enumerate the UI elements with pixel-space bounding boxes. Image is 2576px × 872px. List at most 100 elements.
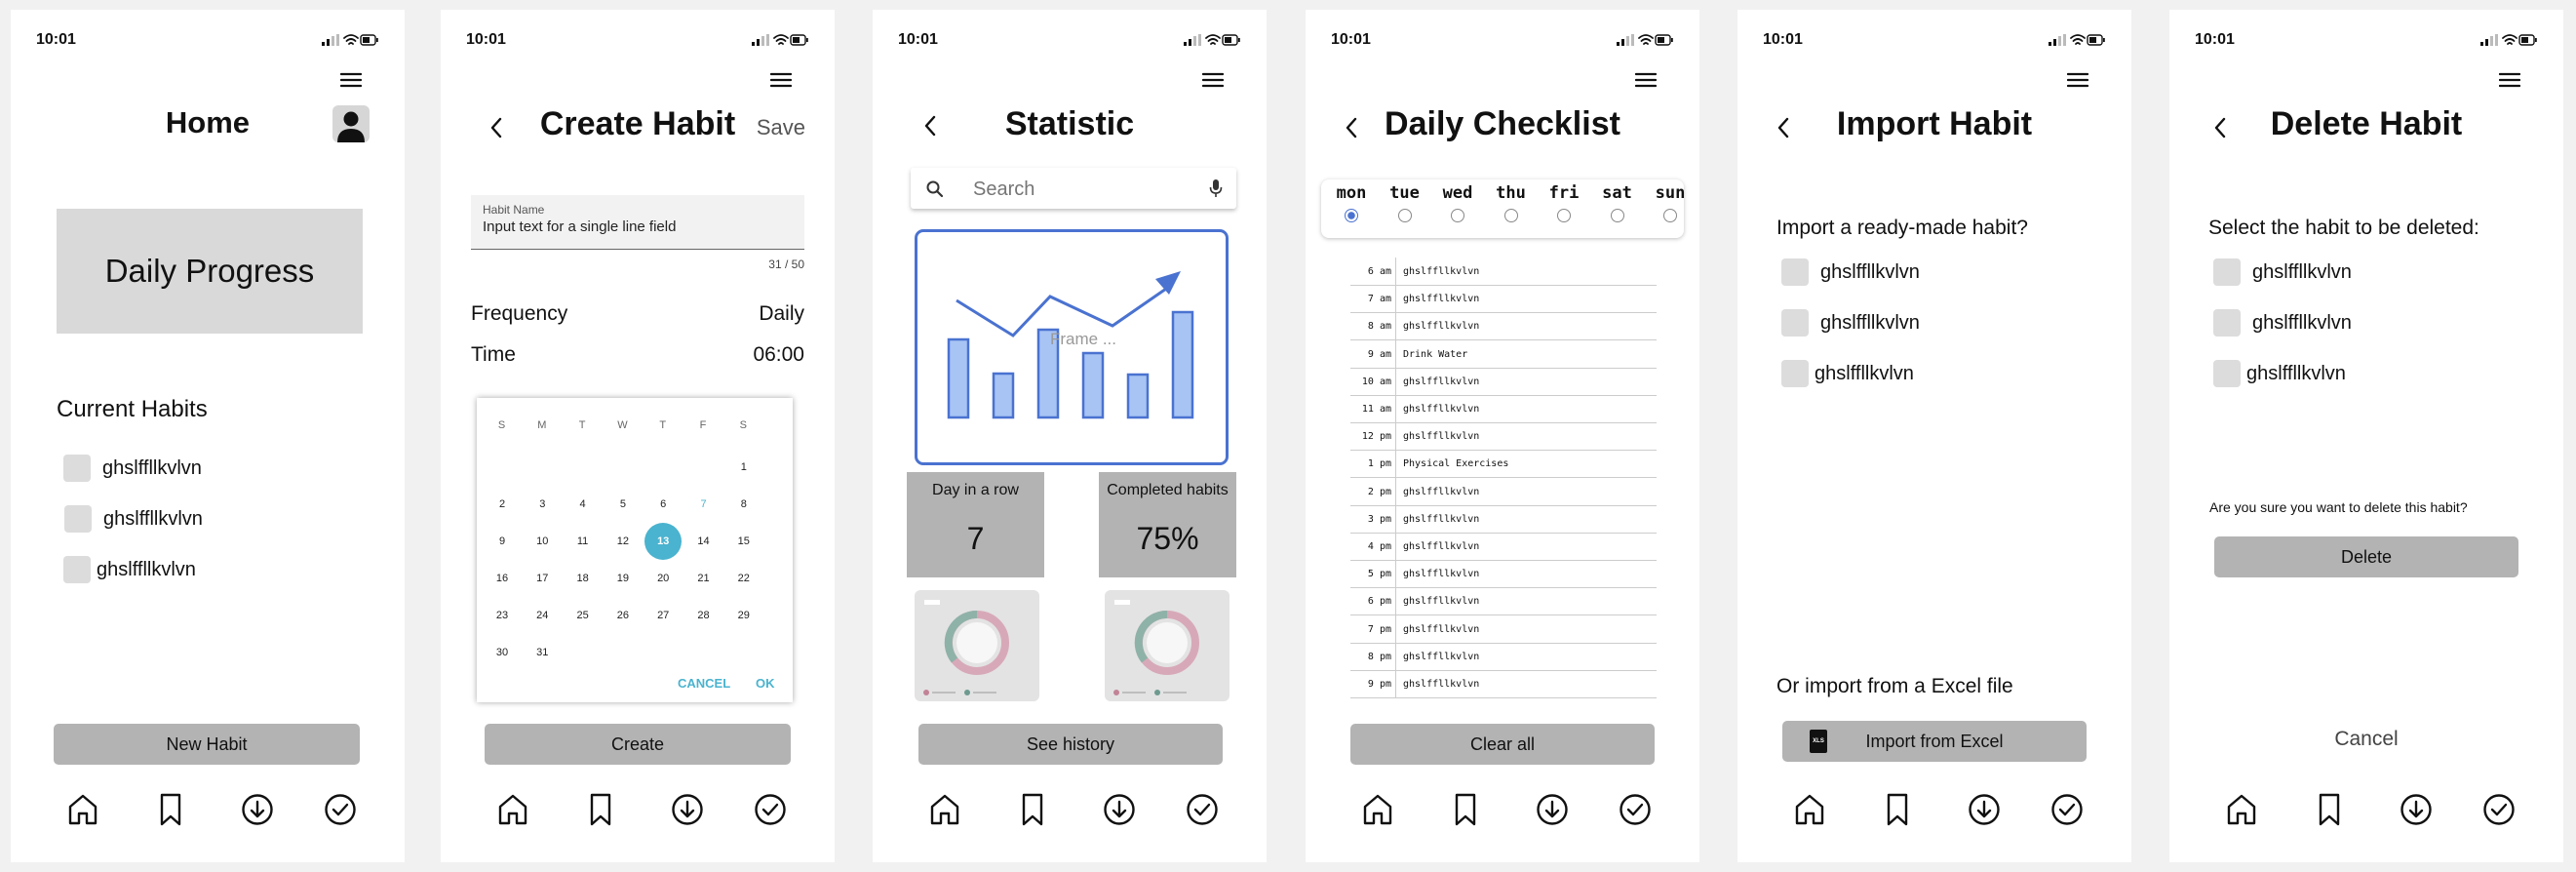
calendar-day[interactable]: 29	[725, 597, 762, 634]
calendar-day[interactable]: 24	[524, 597, 561, 634]
home-icon[interactable]	[2224, 792, 2259, 832]
check-icon[interactable]	[2481, 792, 2517, 832]
checklist-row[interactable]: 5 pm ghslffllkvlvn	[1350, 560, 1657, 589]
habit-checkbox[interactable]	[1781, 360, 1809, 387]
day-option[interactable]: tue	[1381, 183, 1429, 234]
download-icon[interactable]	[1535, 792, 1570, 832]
download-icon[interactable]	[670, 792, 705, 832]
menu-icon[interactable]	[770, 72, 792, 93]
menu-icon[interactable]	[2067, 72, 2088, 93]
habit-item[interactable]: ghslffllkvlvn	[1781, 258, 1920, 286]
check-icon[interactable]	[1185, 792, 1220, 832]
day-option[interactable]: mon	[1327, 183, 1376, 234]
create-button[interactable]: Create	[485, 724, 791, 765]
calendar-day[interactable]: 25	[565, 597, 602, 634]
calendar-day-selected[interactable]: 13	[644, 523, 683, 560]
habit-checkbox[interactable]	[64, 505, 92, 533]
bookmark-icon[interactable]	[1448, 792, 1483, 832]
calendar-day[interactable]: 19	[605, 560, 642, 597]
day-radio[interactable]	[1663, 209, 1677, 222]
calendar-day[interactable]: 12	[605, 523, 642, 560]
time-value[interactable]: 06:00	[753, 343, 804, 367]
day-option[interactable]: thu	[1487, 183, 1536, 234]
habit-checkbox[interactable]	[63, 556, 91, 583]
home-icon[interactable]	[495, 792, 530, 832]
calendar-day[interactable]: 8	[725, 486, 762, 523]
download-icon[interactable]	[240, 792, 275, 832]
calendar-day[interactable]: 26	[605, 597, 642, 634]
avatar-icon[interactable]	[332, 105, 370, 142]
check-icon[interactable]	[323, 792, 358, 832]
habit-item[interactable]: ghslffllkvlvn	[1781, 360, 1914, 387]
habit-item[interactable]: ghslffllkvlvn	[2213, 258, 2352, 286]
calendar-day[interactable]: 5	[605, 486, 642, 523]
day-option[interactable]: sat	[1593, 183, 1642, 234]
download-icon[interactable]	[1102, 792, 1137, 832]
save-button[interactable]: Save	[757, 115, 805, 140]
checklist-row[interactable]: 7 am ghslffllkvlvn	[1350, 285, 1657, 314]
calendar-day[interactable]: 2	[484, 486, 521, 523]
calendar-day[interactable]: 3	[524, 486, 561, 523]
bookmark-icon[interactable]	[1880, 792, 1915, 832]
checklist-row[interactable]: 12 pm ghslffllkvlvn	[1350, 422, 1657, 452]
menu-icon[interactable]	[1202, 72, 1224, 93]
checklist-row[interactable]: 1 pm Physical Exercises	[1350, 450, 1657, 479]
bookmark-icon[interactable]	[1015, 792, 1050, 832]
day-option[interactable]: wed	[1433, 183, 1482, 234]
calendar-cancel-button[interactable]: CANCEL	[678, 676, 730, 691]
new-habit-button[interactable]: New Habit	[54, 724, 360, 765]
download-icon[interactable]	[1967, 792, 2002, 832]
import-excel-button[interactable]: XLS Import from Excel	[1782, 721, 2087, 762]
habit-checkbox[interactable]	[2213, 309, 2241, 337]
day-radio[interactable]	[1557, 209, 1571, 222]
day-option[interactable]: fri	[1540, 183, 1588, 234]
menu-icon[interactable]	[1635, 72, 1657, 93]
calendar-day[interactable]: 6	[644, 486, 682, 523]
frequency-value[interactable]: Daily	[759, 302, 804, 326]
microphone-icon[interactable]	[1209, 178, 1223, 198]
habit-checkbox[interactable]	[1781, 258, 1809, 286]
calendar-day[interactable]: 22	[725, 560, 762, 597]
daily-progress-card[interactable]: Daily Progress	[57, 209, 363, 334]
see-history-button[interactable]: See history	[918, 724, 1223, 765]
checklist-row[interactable]: 8 am ghslffllkvlvn	[1350, 312, 1657, 341]
check-icon[interactable]	[2049, 792, 2085, 832]
calendar-day[interactable]: 4	[565, 486, 602, 523]
habit-item[interactable]: ghslffllkvlvn	[64, 505, 203, 533]
checklist-row[interactable]: 9 am Drink Water	[1350, 339, 1657, 369]
checklist-row[interactable]: 7 pm ghslffllkvlvn	[1350, 614, 1657, 644]
check-icon[interactable]	[1618, 792, 1653, 832]
habit-checkbox[interactable]	[2213, 360, 2241, 387]
calendar-day[interactable]: 21	[685, 560, 722, 597]
calendar-ok-button[interactable]: OK	[756, 676, 775, 691]
habit-checkbox[interactable]	[1781, 309, 1809, 337]
home-icon[interactable]	[927, 792, 962, 832]
search-input[interactable]	[971, 176, 1170, 203]
calendar-day[interactable]: 30	[484, 634, 521, 671]
habit-checkbox[interactable]	[2213, 258, 2241, 286]
checklist-row[interactable]: 10 am ghslffllkvlvn	[1350, 367, 1657, 396]
calendar-day[interactable]: 11	[565, 523, 602, 560]
calendar-day[interactable]: 17	[524, 560, 561, 597]
habit-name-field[interactable]: Habit Name Input text for a single line …	[471, 195, 804, 250]
checklist-row[interactable]: 11 am ghslffllkvlvn	[1350, 395, 1657, 423]
clear-all-button[interactable]: Clear all	[1350, 724, 1655, 765]
habit-item[interactable]: ghslffllkvlvn	[2213, 309, 2352, 337]
checklist-row[interactable]: 2 pm ghslffllkvlvn	[1350, 477, 1657, 506]
checklist-row[interactable]: 9 pm ghslffllkvlvn	[1350, 670, 1657, 698]
home-icon[interactable]	[65, 792, 100, 832]
calendar-day[interactable]: 15	[725, 523, 762, 560]
calendar-day[interactable]: 31	[524, 634, 561, 671]
calendar-day[interactable]: 10	[524, 523, 561, 560]
calendar-day[interactable]: 18	[565, 560, 602, 597]
day-radio[interactable]	[1503, 209, 1518, 222]
day-radio[interactable]	[1397, 209, 1412, 222]
habit-item[interactable]: ghslffllkvlvn	[63, 455, 202, 482]
checklist-row[interactable]: 8 pm ghslffllkvlvn	[1350, 642, 1657, 671]
habit-item[interactable]: ghslffllkvlvn	[2213, 360, 2346, 387]
bookmark-icon[interactable]	[583, 792, 618, 832]
habit-checkbox[interactable]	[63, 455, 91, 482]
menu-icon[interactable]	[2499, 72, 2520, 93]
home-icon[interactable]	[1792, 792, 1827, 832]
calendar-day[interactable]: 23	[484, 597, 521, 634]
